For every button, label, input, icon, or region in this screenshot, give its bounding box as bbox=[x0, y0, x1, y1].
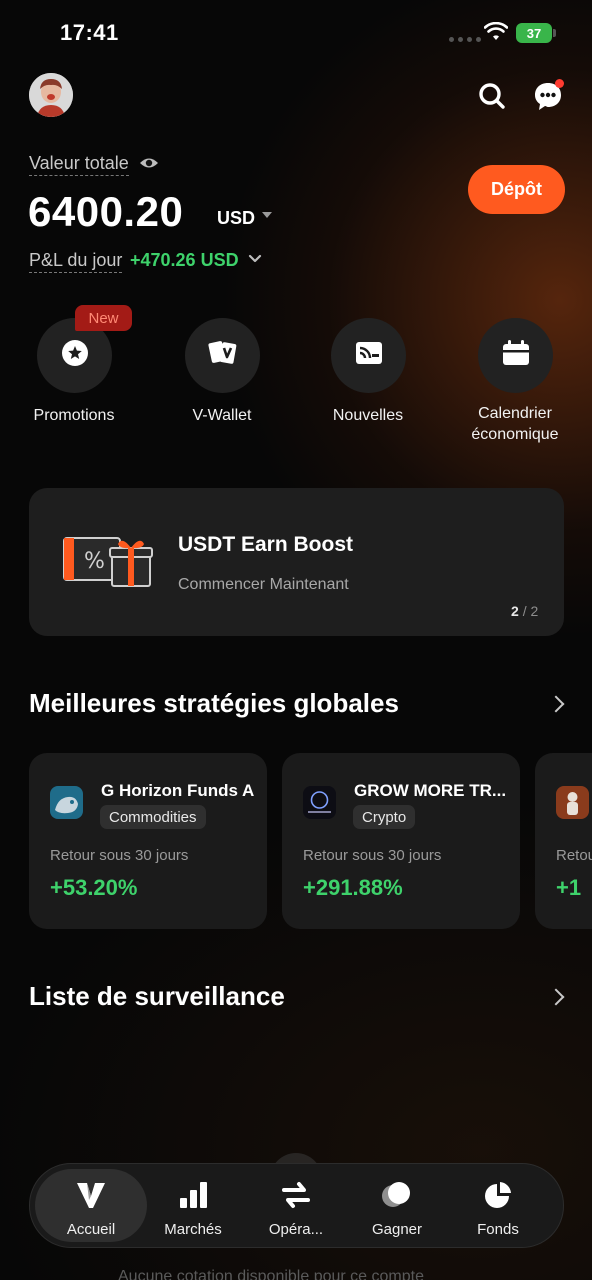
nav-item-earn[interactable]: Gagner bbox=[347, 1180, 447, 1238]
strategy-name: GROW MORE TR... bbox=[354, 781, 507, 800]
watchlist-title: Liste de surveillance bbox=[29, 981, 285, 1011]
strategy-logo bbox=[303, 786, 336, 819]
strategy-logo bbox=[556, 786, 589, 819]
pnl-label: P&L du jour bbox=[29, 250, 123, 273]
banner-page-current: 2 bbox=[511, 603, 519, 619]
battery-tip bbox=[553, 29, 556, 37]
news-icon bbox=[354, 340, 384, 371]
banner-title: USDT Earn Boost bbox=[178, 533, 354, 556]
v-wallet-button[interactable] bbox=[185, 318, 260, 393]
strategy-card[interactable]: GROW MORE TR... Crypto Retour sous 30 jo… bbox=[282, 753, 520, 929]
new-badge: New bbox=[75, 305, 132, 331]
return-value: +1 bbox=[556, 875, 582, 900]
nav-label: Accueil bbox=[66, 1221, 116, 1238]
promotions-label: Promotions bbox=[33, 407, 115, 424]
svg-text:%: % bbox=[84, 549, 105, 574]
strategy-card[interactable]: G Horizon Funds A Commodities Retour sou… bbox=[29, 753, 267, 929]
bar-chart-icon bbox=[177, 1180, 209, 1215]
nav-label: Fonds bbox=[477, 1221, 519, 1238]
wifi-icon bbox=[483, 21, 509, 47]
currency-selector[interactable]: USD bbox=[217, 208, 255, 229]
economic-calendar-button[interactable] bbox=[478, 318, 553, 393]
pnl-value: +470.26 USD bbox=[130, 250, 239, 270]
return-label: Retour sous 30 jours bbox=[50, 847, 189, 864]
nav-item-funds[interactable]: Fonds bbox=[448, 1180, 548, 1238]
strategy-name: G Horizon Funds A bbox=[101, 781, 255, 800]
signal-dots-icon bbox=[449, 37, 481, 42]
cards-icon bbox=[206, 338, 240, 373]
caret-down-icon[interactable] bbox=[262, 212, 272, 218]
chevron-down-icon[interactable] bbox=[247, 251, 263, 272]
news-label: Nouvelles bbox=[332, 407, 404, 424]
nav-item-operations[interactable]: Opéra... bbox=[246, 1180, 346, 1238]
notification-dot bbox=[555, 79, 564, 88]
star-badge-icon bbox=[60, 338, 90, 373]
return-label: Retour sous 30 jours bbox=[303, 847, 442, 864]
calendar-icon bbox=[501, 339, 531, 372]
return-value: +291.88% bbox=[303, 875, 403, 900]
coins-icon bbox=[381, 1180, 413, 1215]
avatar[interactable] bbox=[29, 73, 73, 117]
v-logo-icon bbox=[75, 1180, 107, 1215]
nav-item-markets[interactable]: Marchés bbox=[143, 1180, 243, 1238]
nav-label: Gagner bbox=[371, 1221, 423, 1238]
strategy-logo bbox=[50, 786, 83, 819]
nav-label: Marchés bbox=[164, 1221, 222, 1238]
deposit-button[interactable]: Dépôt bbox=[468, 165, 565, 214]
nav-item-home[interactable]: Accueil bbox=[41, 1180, 141, 1238]
banner-pagination: 2 / 2 bbox=[511, 603, 538, 619]
strategy-tag: Crypto bbox=[353, 805, 416, 829]
total-value-label: Valeur totale bbox=[29, 153, 129, 176]
watchlist-empty-text: Aucune cotation disponible pour ce compt… bbox=[118, 1268, 424, 1280]
total-value: 6400.20 bbox=[28, 188, 184, 235]
swap-icon bbox=[280, 1180, 312, 1215]
status-time: 17:41 bbox=[60, 20, 119, 45]
strategy-card[interactable]: Retou +1 bbox=[535, 753, 592, 929]
return-value: +53.20% bbox=[50, 875, 138, 900]
battery-indicator: 37 bbox=[516, 23, 552, 43]
banner-page-total: / 2 bbox=[522, 603, 539, 619]
search-icon[interactable] bbox=[476, 80, 508, 112]
v-wallet-label: V-Wallet bbox=[192, 407, 252, 424]
strategy-tag: Commodities bbox=[100, 805, 206, 829]
news-button[interactable] bbox=[331, 318, 406, 393]
return-label: Retou bbox=[556, 847, 592, 864]
strategies-title: Meilleures stratégies globales bbox=[29, 688, 399, 718]
economic-calendar-label: Calendrier économique bbox=[471, 405, 559, 443]
nav-label: Opéra... bbox=[268, 1221, 324, 1238]
eye-icon[interactable] bbox=[139, 155, 159, 176]
pie-chart-icon bbox=[482, 1180, 514, 1215]
gift-voucher-icon: % bbox=[62, 532, 154, 595]
banner-subtitle[interactable]: Commencer Maintenant bbox=[178, 576, 349, 594]
